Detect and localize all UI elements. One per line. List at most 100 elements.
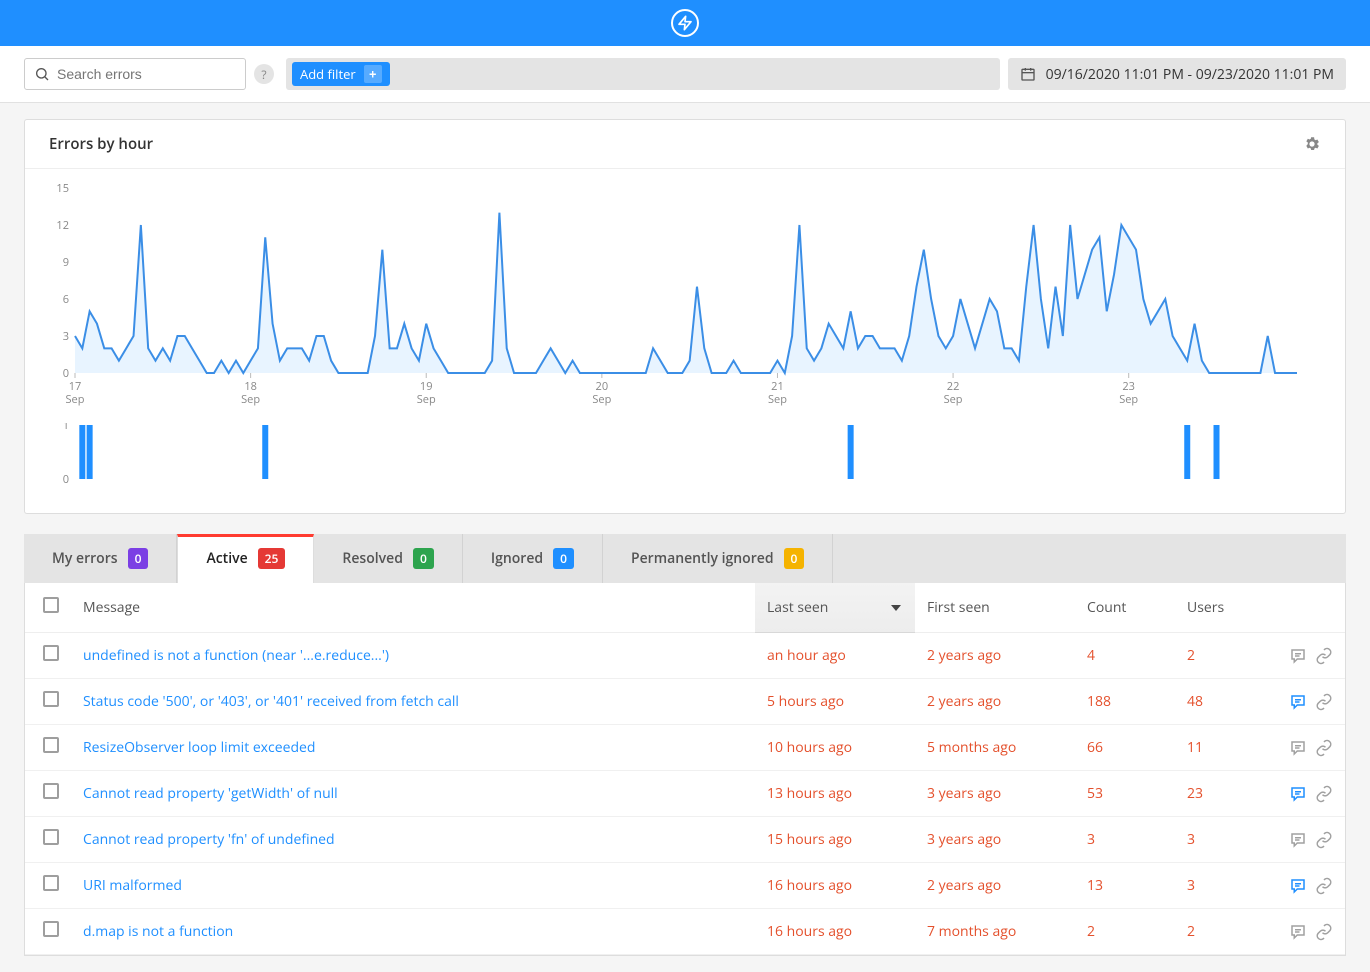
- mini-chart: 01: [25, 423, 1345, 513]
- errors-table: Message Last seen First seen Count Users…: [25, 583, 1345, 955]
- svg-text:0: 0: [63, 472, 69, 487]
- tab-label: My errors: [52, 549, 118, 568]
- users-cell: 2: [1175, 909, 1275, 955]
- first-seen-cell: 2 years ago: [915, 679, 1075, 725]
- link-icon[interactable]: [1315, 923, 1333, 941]
- errors-list-panel: My errors0Active25Resolved0Ignored0Perma…: [24, 534, 1346, 956]
- filter-bar[interactable]: Add filter +: [286, 58, 1000, 90]
- add-filter-label: Add filter: [300, 65, 356, 83]
- last-seen-cell: 16 hours ago: [755, 909, 915, 955]
- table-row: undefined is not a function (near '...e.…: [25, 633, 1345, 679]
- comment-icon[interactable]: [1289, 923, 1307, 941]
- select-all-checkbox[interactable]: [43, 597, 59, 613]
- tab-label: Resolved: [342, 549, 403, 568]
- comment-icon[interactable]: [1289, 785, 1307, 803]
- last-seen-cell: 13 hours ago: [755, 771, 915, 817]
- error-message-link[interactable]: Status code '500', or '403', or '401' re…: [83, 692, 459, 711]
- plus-icon: +: [364, 65, 382, 83]
- table-row: ResizeObserver loop limit exceeded 10 hou…: [25, 725, 1345, 771]
- comment-icon[interactable]: [1289, 877, 1307, 895]
- row-checkbox[interactable]: [43, 691, 59, 707]
- count-column-header[interactable]: Count: [1075, 583, 1175, 633]
- comment-icon[interactable]: [1289, 647, 1307, 665]
- chart-title: Errors by hour: [49, 134, 153, 154]
- error-message-link[interactable]: d.map is not a function: [83, 922, 233, 941]
- link-icon[interactable]: [1315, 877, 1333, 895]
- error-message-link[interactable]: Cannot read property 'getWidth' of null: [83, 784, 338, 803]
- first-seen-cell: 3 years ago: [915, 817, 1075, 863]
- tab-ignored[interactable]: Ignored0: [463, 534, 603, 583]
- tab-label: Active: [206, 549, 247, 568]
- first-seen-column-header[interactable]: First seen: [915, 583, 1075, 633]
- tab-count-badge: 0: [784, 548, 805, 569]
- date-range-picker[interactable]: 09/16/2020 11:01 PM - 09/23/2020 11:01 P…: [1008, 58, 1346, 90]
- last-seen-column-header[interactable]: Last seen: [755, 583, 915, 633]
- users-cell: 3: [1175, 863, 1275, 909]
- table-row: Status code '500', or '403', or '401' re…: [25, 679, 1345, 725]
- last-seen-cell: 16 hours ago: [755, 863, 915, 909]
- gear-icon[interactable]: [1303, 135, 1321, 153]
- tab-my-errors[interactable]: My errors0: [24, 534, 177, 583]
- link-icon[interactable]: [1315, 739, 1333, 757]
- comment-icon[interactable]: [1289, 831, 1307, 849]
- users-cell: 3: [1175, 817, 1275, 863]
- svg-text:Sep: Sep: [66, 392, 85, 407]
- row-checkbox[interactable]: [43, 783, 59, 799]
- add-filter-button[interactable]: Add filter +: [292, 62, 390, 86]
- tab-count-badge: 25: [258, 548, 286, 569]
- count-cell: 13: [1075, 863, 1175, 909]
- first-seen-cell: 3 years ago: [915, 771, 1075, 817]
- comment-icon[interactable]: [1289, 693, 1307, 711]
- users-column-header[interactable]: Users: [1175, 583, 1275, 633]
- comment-icon[interactable]: [1289, 739, 1307, 757]
- link-icon[interactable]: [1315, 693, 1333, 711]
- svg-text:Sep: Sep: [592, 392, 611, 407]
- first-seen-cell: 7 months ago: [915, 909, 1075, 955]
- help-icon[interactable]: ?: [254, 64, 274, 84]
- tab-count-badge: 0: [553, 548, 574, 569]
- message-column-header[interactable]: Message: [71, 583, 755, 633]
- search-input[interactable]: [24, 58, 246, 90]
- first-seen-cell: 5 months ago: [915, 725, 1075, 771]
- row-checkbox[interactable]: [43, 829, 59, 845]
- actions-column-header: [1275, 583, 1345, 633]
- date-range-label: 09/16/2020 11:01 PM - 09/23/2020 11:01 P…: [1046, 65, 1334, 84]
- svg-text:12: 12: [56, 218, 69, 233]
- last-seen-cell: 15 hours ago: [755, 817, 915, 863]
- search-icon: [34, 66, 50, 82]
- error-message-link[interactable]: Cannot read property 'fn' of undefined: [83, 830, 335, 849]
- app-header: [0, 0, 1370, 46]
- first-seen-cell: 2 years ago: [915, 633, 1075, 679]
- bolt-icon: [671, 9, 699, 37]
- users-cell: 2: [1175, 633, 1275, 679]
- search-field: [24, 58, 246, 90]
- row-checkbox[interactable]: [43, 921, 59, 937]
- row-checkbox[interactable]: [43, 737, 59, 753]
- tab-resolved[interactable]: Resolved0: [314, 534, 462, 583]
- count-cell: 53: [1075, 771, 1175, 817]
- svg-text:9: 9: [63, 255, 69, 270]
- error-message-link[interactable]: undefined is not a function (near '...e.…: [83, 646, 389, 665]
- users-cell: 48: [1175, 679, 1275, 725]
- table-row: Cannot read property 'getWidth' of null 1…: [25, 771, 1345, 817]
- row-checkbox[interactable]: [43, 875, 59, 891]
- toolbar: ? Add filter + 09/16/2020 11:01 PM - 09/…: [0, 46, 1370, 103]
- row-checkbox[interactable]: [43, 645, 59, 661]
- tab-permanently-ignored[interactable]: Permanently ignored 0: [603, 534, 833, 583]
- error-message-link[interactable]: URI malformed: [83, 876, 182, 895]
- count-cell: 3: [1075, 817, 1175, 863]
- tab-active[interactable]: Active 25: [177, 534, 314, 583]
- chart-panel: Errors by hour 0369121517Sep18Sep19Sep20…: [24, 119, 1346, 514]
- count-cell: 4: [1075, 633, 1175, 679]
- error-message-link[interactable]: ResizeObserver loop limit exceeded: [83, 738, 315, 757]
- tab-label: Permanently ignored: [631, 549, 774, 568]
- link-icon[interactable]: [1315, 831, 1333, 849]
- svg-text:Sep: Sep: [768, 392, 787, 407]
- count-cell: 66: [1075, 725, 1175, 771]
- link-icon[interactable]: [1315, 647, 1333, 665]
- link-icon[interactable]: [1315, 785, 1333, 803]
- last-seen-cell: 10 hours ago: [755, 725, 915, 771]
- last-seen-cell: an hour ago: [755, 633, 915, 679]
- last-seen-cell: 5 hours ago: [755, 679, 915, 725]
- count-cell: 2: [1075, 909, 1175, 955]
